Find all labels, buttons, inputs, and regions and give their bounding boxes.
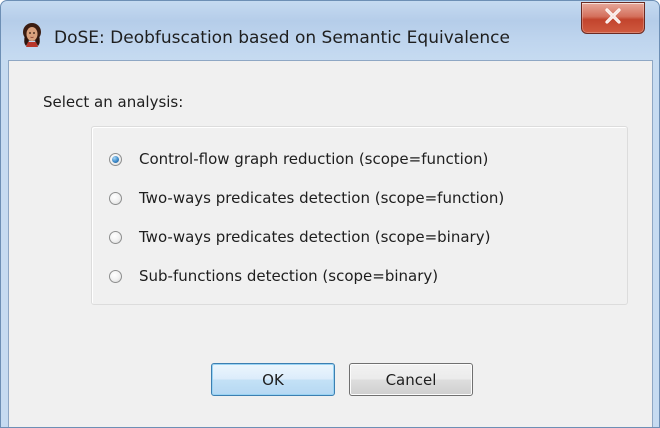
option-label[interactable]: Control-flow graph reduction (scope=func… [139, 150, 488, 168]
analysis-options-group: Control-flow graph reduction (scope=func… [91, 126, 628, 305]
radio-button[interactable] [109, 269, 122, 283]
radio-button[interactable] [109, 191, 122, 205]
option-sub-functions-binary[interactable]: Sub-functions detection (scope=binary) [109, 266, 438, 286]
option-control-flow-reduction[interactable]: Control-flow graph reduction (scope=func… [109, 149, 488, 169]
window-title: DoSE: Deobfuscation based on Semantic Eq… [54, 28, 510, 48]
app-portrait-icon [21, 23, 43, 47]
option-two-ways-function[interactable]: Two-ways predicates detection (scope=fun… [109, 188, 504, 208]
option-label[interactable]: Two-ways predicates detection (scope=fun… [139, 189, 504, 207]
close-button[interactable] [581, 2, 645, 34]
close-icon [603, 8, 623, 28]
radio-button-selected[interactable] [109, 152, 122, 166]
radio-button[interactable] [109, 230, 122, 244]
option-two-ways-binary[interactable]: Two-ways predicates detection (scope=bin… [109, 227, 490, 247]
cancel-button[interactable]: Cancel [349, 363, 473, 396]
ok-button[interactable]: OK [211, 363, 335, 396]
dialog-client-area: Select an analysis: Control-flow graph r… [8, 60, 653, 427]
option-label[interactable]: Sub-functions detection (scope=binary) [139, 267, 438, 285]
analysis-prompt: Select an analysis: [43, 93, 184, 111]
title-bar[interactable]: DoSE: Deobfuscation based on Semantic Eq… [1, 1, 659, 48]
dialog-window: DoSE: Deobfuscation based on Semantic Eq… [0, 0, 660, 428]
option-label[interactable]: Two-ways predicates detection (scope=bin… [139, 228, 490, 246]
